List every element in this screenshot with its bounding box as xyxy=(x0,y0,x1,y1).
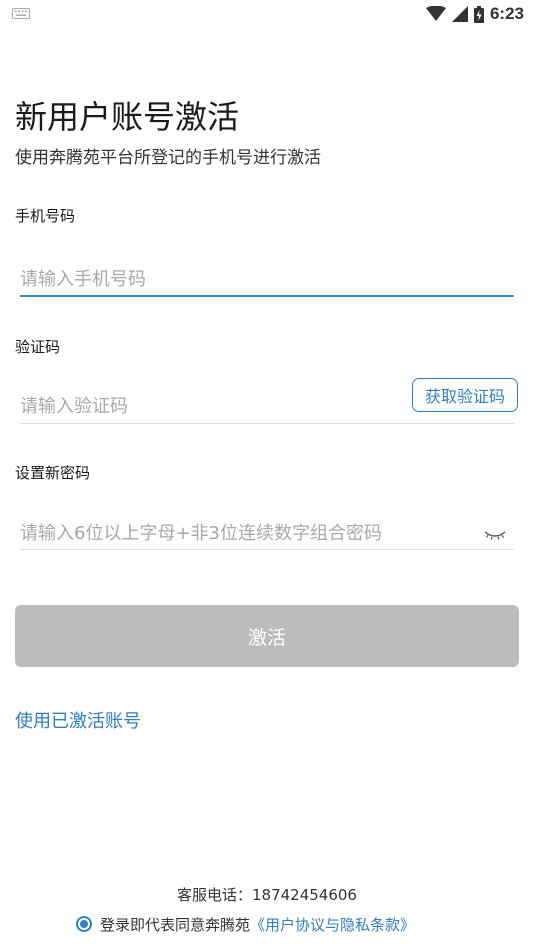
status-icons: 6:23 xyxy=(425,4,524,24)
battery-icon xyxy=(473,5,484,23)
code-underline xyxy=(20,423,514,424)
agreement-text: 登录即代表同意奔腾苑 xyxy=(100,915,251,934)
status-time: 6:23 xyxy=(489,4,524,23)
agreement-row: 登录即代表同意奔腾苑 《用户协议与隐私条款》 xyxy=(76,913,415,935)
phone-input[interactable] xyxy=(20,261,514,297)
password-label: 设置新密码 xyxy=(15,464,91,482)
page-title: 新用户账号激活 xyxy=(15,98,240,136)
keyboard-icon xyxy=(12,8,30,19)
signal-icon xyxy=(451,6,468,22)
phone-label: 手机号码 xyxy=(15,207,76,225)
code-label: 验证码 xyxy=(15,338,61,356)
activate-button[interactable]: 激活 xyxy=(15,605,519,667)
code-input[interactable] xyxy=(20,388,400,424)
agreement-radio[interactable] xyxy=(76,916,92,932)
phone-underline xyxy=(20,295,514,297)
wifi-icon xyxy=(425,6,446,21)
use-activated-account-link[interactable]: 使用已激活账号 xyxy=(15,707,141,733)
get-code-button[interactable]: 获取验证码 xyxy=(412,378,518,412)
agreement-link[interactable]: 《用户协议与隐私条款》 xyxy=(250,914,415,935)
password-input[interactable] xyxy=(20,515,475,551)
status-bar: 6:23 xyxy=(0,0,534,30)
activation-page: 6:23 新用户账号激活 使用奔腾苑平台所登记的手机号进行激活 手机号码 验证码… xyxy=(0,0,534,950)
service-phone: 客服电话：18742454606 xyxy=(177,886,357,904)
eye-closed-icon[interactable] xyxy=(483,528,507,542)
password-underline xyxy=(20,549,514,550)
page-subtitle: 使用奔腾苑平台所登记的手机号进行激活 xyxy=(15,148,321,168)
